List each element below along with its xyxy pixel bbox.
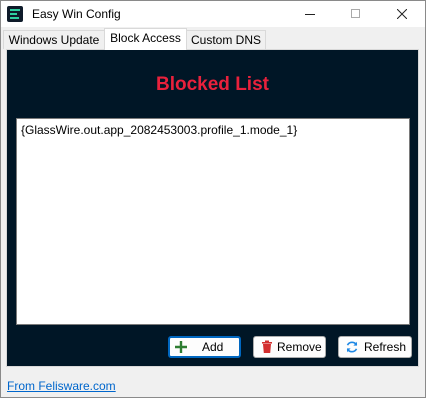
tab-custom-dns[interactable]: Custom DNS <box>186 30 266 49</box>
add-button[interactable]: Add <box>168 336 241 358</box>
tab-strip: Windows Update Block Access Custom DNS <box>3 28 423 50</box>
app-logo-icon <box>7 6 23 22</box>
add-button-label: Add <box>202 340 224 354</box>
plus-icon <box>175 341 187 353</box>
felisware-link[interactable]: From Felisware.com <box>7 379 116 393</box>
refresh-icon <box>346 341 358 353</box>
close-icon <box>397 9 407 19</box>
remove-button-label: Remove <box>277 340 322 354</box>
tab-label: Block Access <box>110 31 181 45</box>
remove-button[interactable]: Remove <box>253 336 326 358</box>
maximize-button[interactable] <box>333 1 379 27</box>
blocked-list-box[interactable]: {GlassWire.out.app_2082453003.profile_1.… <box>16 118 410 325</box>
window-title: Easy Win Config <box>32 7 121 21</box>
refresh-button-label: Refresh <box>364 340 407 354</box>
tab-windows-update[interactable]: Windows Update <box>3 30 105 49</box>
tab-label: Custom DNS <box>190 33 261 47</box>
title-bar[interactable]: Easy Win Config <box>1 1 425 27</box>
panel-title: Blocked List <box>156 74 269 95</box>
minimize-icon <box>305 14 315 15</box>
app-window: Easy Win Config Windows Update Block Acc… <box>0 0 426 398</box>
close-button[interactable] <box>379 1 425 27</box>
minimize-button[interactable] <box>287 1 333 27</box>
tab-block-access[interactable]: Block Access <box>104 28 187 50</box>
refresh-button[interactable]: Refresh <box>338 336 412 358</box>
block-access-panel: Blocked List {GlassWire.out.app_20824530… <box>6 49 419 367</box>
tab-label: Windows Update <box>8 33 100 47</box>
trash-icon <box>262 340 272 353</box>
maximize-icon <box>351 9 360 18</box>
list-item[interactable]: {GlassWire.out.app_2082453003.profile_1.… <box>21 123 297 137</box>
